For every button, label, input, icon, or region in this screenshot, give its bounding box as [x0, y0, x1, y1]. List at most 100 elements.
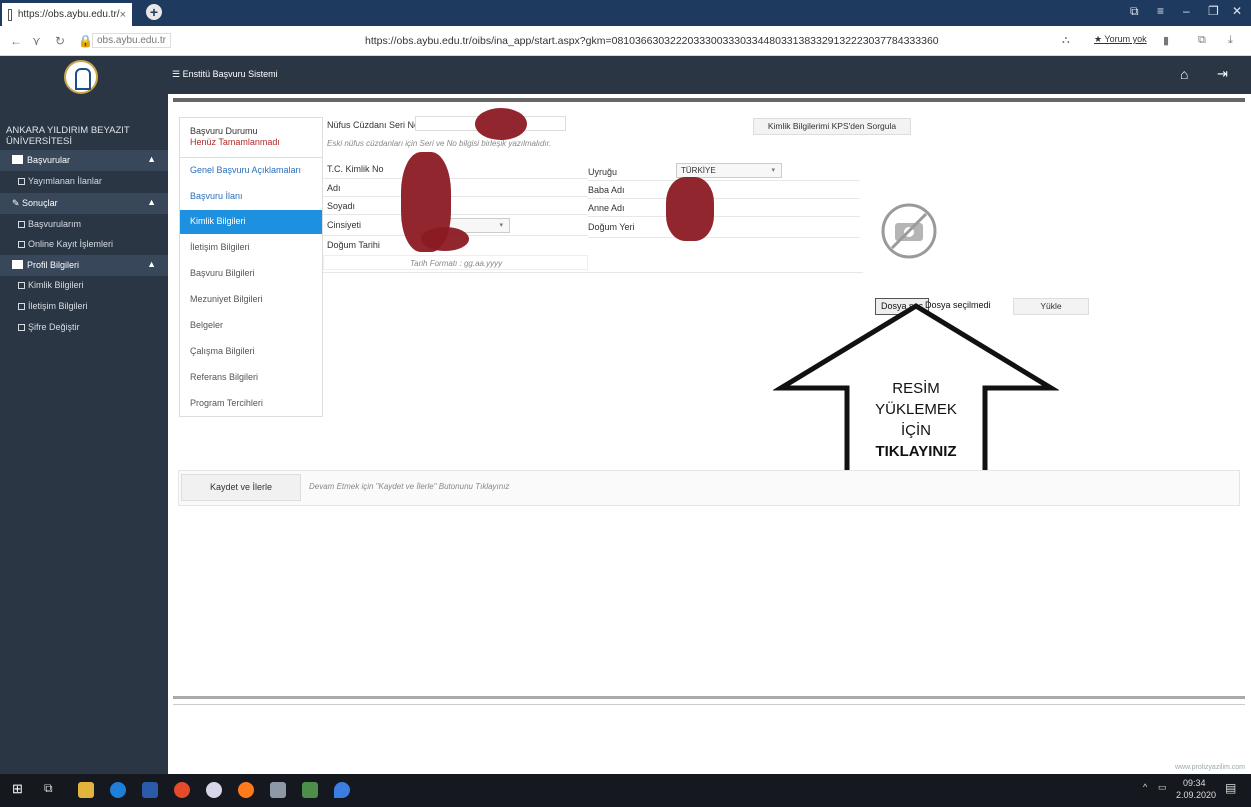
- clock-time[interactable]: 09:34: [1183, 778, 1206, 788]
- status-value: Henüz Tamamlanmadı: [190, 137, 280, 147]
- list-icon: [12, 155, 23, 164]
- sidebar-section-results[interactable]: ✎ Sonuçlar ▲: [0, 193, 168, 214]
- windows-start-icon[interactable]: ⊞: [12, 781, 23, 797]
- submenu-graduation[interactable]: Mezuniyet Bilgileri: [180, 288, 322, 312]
- submenu-general[interactable]: Genel Başvuru Açıklamaları: [180, 159, 322, 183]
- url-full-text[interactable]: https://obs.aybu.edu.tr/oibs/ina_app/sta…: [365, 35, 939, 47]
- yandex-icon[interactable]: [206, 782, 222, 798]
- collections-icon[interactable]: ⧉: [1198, 34, 1206, 47]
- new-tab-button[interactable]: +: [146, 4, 162, 20]
- submenu-documents[interactable]: Belgeler: [180, 314, 322, 338]
- father-name-label: Baba Adı: [588, 185, 625, 195]
- chevron-up-icon: ▲: [147, 197, 156, 207]
- file-explorer-icon[interactable]: [78, 782, 94, 798]
- redaction-mark: [666, 177, 714, 241]
- square-icon: [18, 241, 25, 248]
- app-icon[interactable]: [334, 782, 350, 798]
- no-photo-icon: [881, 203, 937, 259]
- logout-icon[interactable]: ⇥: [1217, 66, 1228, 82]
- top-nav: ☰ Enstitü Başvuru Sistemi ⌂ ⇥: [0, 56, 1251, 94]
- submenu-application[interactable]: Başvuru Bilgileri: [180, 262, 322, 286]
- name-label: Adı: [327, 183, 341, 193]
- submenu-announcement[interactable]: Başvuru İlanı: [180, 185, 322, 209]
- sidebar-section-profile[interactable]: Profil Bilgileri ▲: [0, 255, 168, 276]
- back-icon[interactable]: ←: [10, 34, 22, 48]
- sidebar-item-online-registration[interactable]: Online Kayıt İşlemleri: [18, 239, 113, 249]
- birthdate-label: Doğum Tarihi: [327, 240, 380, 250]
- redaction-mark: [421, 227, 469, 251]
- status-box: Başvuru Durumu Henüz Tamamlanmadı: [180, 118, 322, 158]
- bookmark-icon[interactable]: ▮: [1163, 34, 1169, 47]
- chevron-up-icon: ▲: [147, 154, 156, 164]
- calculator-icon[interactable]: [302, 782, 318, 798]
- submenu-work[interactable]: Çalışma Bilgileri: [180, 340, 322, 364]
- save-bar: Kaydet ve İlerle Devam Etmek için "Kayde…: [178, 470, 1240, 506]
- sidebar-item-change-password[interactable]: Şifre Değiştir: [18, 322, 80, 332]
- lock-icon: 🔒: [78, 34, 93, 48]
- clock-date[interactable]: 2.09.2020: [1176, 790, 1216, 800]
- nationality-label: Uyruğu: [588, 167, 618, 177]
- rating-link[interactable]: ★ Yorum yok: [1094, 34, 1147, 45]
- submenu-identity[interactable]: Kimlik Bilgileri: [180, 210, 322, 234]
- upload-hint-text: RESİM YÜKLEMEK İÇİN TIKLAYINIZ: [875, 380, 957, 460]
- nationality-select[interactable]: TÜRKİYE ▾: [676, 163, 782, 178]
- task-view-icon[interactable]: ⧉: [44, 781, 53, 796]
- downloads-icon[interactable]: ⤓: [1228, 34, 1233, 47]
- chrome-icon[interactable]: [174, 782, 190, 798]
- edge-icon[interactable]: [110, 782, 126, 798]
- sidebar-section-applications[interactable]: Başvurular ▲: [0, 150, 168, 171]
- tc-label: T.C. Kimlik No: [327, 164, 384, 174]
- sidebar-item-published-ads[interactable]: Yayımlanan İlanlar: [18, 176, 102, 186]
- footer-divider: [173, 704, 1245, 705]
- store-icon[interactable]: [142, 782, 158, 798]
- serial-label: Nüfus Cüzdanı Seri No: [327, 120, 420, 130]
- save-continue-button[interactable]: Kaydet ve İlerle: [181, 474, 301, 501]
- row-divider: [588, 198, 860, 199]
- main-content: Başvuru Durumu Henüz Tamamlanmadı Genel …: [168, 94, 1251, 774]
- gender-label: Cinsiyeti: [327, 220, 362, 230]
- refresh-icon[interactable]: ↻: [55, 34, 65, 48]
- firefox-icon[interactable]: [238, 782, 254, 798]
- app-icon[interactable]: [270, 782, 286, 798]
- extension-icon[interactable]: ⛬: [1062, 34, 1070, 47]
- application-submenu: Başvuru Durumu Henüz Tamamlanmadı Genel …: [179, 117, 323, 417]
- square-icon: [18, 324, 25, 331]
- page-icon: [8, 8, 12, 21]
- row-divider: [323, 272, 863, 273]
- notifications-icon[interactable]: ▤: [1225, 781, 1236, 795]
- kps-query-button[interactable]: Kimlik Bilgilerimi KPS'den Sorgula: [753, 118, 911, 135]
- sidebar-item-my-applications[interactable]: Başvurularım: [18, 219, 81, 229]
- browser-tab[interactable]: https://obs.aybu.edu.tr/ ×: [2, 3, 132, 26]
- submenu-contact[interactable]: İletişim Bilgileri: [180, 236, 322, 260]
- home-icon[interactable]: ⌂: [1180, 66, 1188, 82]
- university-name: ANKARA YILDIRIM BEYAZIT ÜNİVERSİTESİ: [6, 125, 130, 147]
- submenu-references[interactable]: Referans Bilgileri: [180, 366, 322, 390]
- sidebar-item-contact[interactable]: İletişim Bilgileri: [18, 301, 88, 311]
- restore-icon[interactable]: ❐: [1208, 4, 1219, 18]
- tab-switch-icon[interactable]: ⧉: [1130, 4, 1139, 19]
- sidebar-item-identity[interactable]: Kimlik Bilgileri: [18, 280, 84, 290]
- square-icon: [18, 282, 25, 289]
- square-icon: [18, 303, 25, 310]
- tray-up-icon[interactable]: ^: [1143, 782, 1147, 792]
- row-divider: [588, 237, 860, 238]
- close-window-icon[interactable]: ✕: [1232, 4, 1242, 18]
- square-icon: [18, 221, 25, 228]
- submenu-program-choices[interactable]: Program Tercihleri: [180, 392, 322, 416]
- address-bar: ← ⋎ ↻ 🔒 obs.aybu.edu.tr https://obs.aybu…: [0, 26, 1251, 56]
- app-title[interactable]: ☰ Enstitü Başvuru Sistemi: [172, 69, 278, 80]
- footer-credit: www.prolizyazilim.com: [1174, 764, 1245, 771]
- save-hint: Devam Etmek için "Kaydet ve İlerle" Buto…: [309, 482, 510, 491]
- row-divider: [323, 178, 588, 179]
- mother-name-label: Anne Adı: [588, 203, 625, 213]
- url-input[interactable]: obs.aybu.edu.tr: [92, 33, 171, 48]
- form-panel: Başvuru Durumu Henüz Tamamlanmadı Genel …: [173, 102, 1245, 699]
- close-tab-icon[interactable]: ×: [120, 9, 126, 21]
- minimize-icon[interactable]: –: [1183, 4, 1190, 18]
- download-icon[interactable]: ⋎: [32, 34, 41, 48]
- birthplace-label: Doğum Yeri: [588, 222, 635, 232]
- menu-icon[interactable]: ≡: [1157, 4, 1164, 18]
- chevron-up-icon: ▲: [147, 259, 156, 269]
- network-icon[interactable]: ▭: [1158, 782, 1167, 793]
- taskbar: ⊞ ⧉ ^ ▭ 09:34 2.09.2020 ▤: [0, 774, 1251, 807]
